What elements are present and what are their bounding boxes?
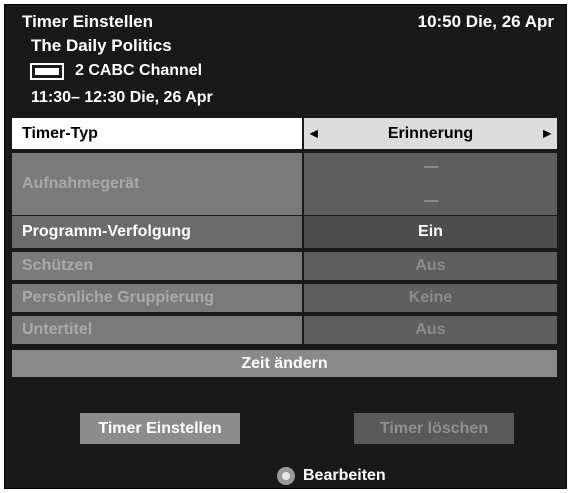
- tracking-value[interactable]: Ein: [304, 216, 557, 248]
- arrow-right-icon[interactable]: ▶: [543, 128, 551, 139]
- row-subtitles: Untertitel Aus: [12, 316, 557, 344]
- protect-value: Aus: [304, 252, 557, 280]
- grouping-value: Keine: [304, 284, 557, 312]
- dash-icon: [423, 166, 438, 168]
- recorder-label: Aufnahmegerät: [12, 153, 302, 215]
- timer-settings-screen: Timer Einstellen 10:50 Die, 26 Apr The D…: [4, 4, 567, 489]
- change-time-button[interactable]: Zeit ändern: [12, 350, 557, 377]
- programme-title: The Daily Politics: [31, 36, 172, 55]
- row-recorder: Aufnahmegerät: [12, 153, 557, 215]
- row-personal-grouping: Persönliche Gruppierung Keine: [12, 284, 557, 312]
- arrow-left-icon[interactable]: ◀: [310, 128, 318, 139]
- timer-type-value: Erinnerung: [387, 124, 474, 142]
- channel-name: 2 CABC Channel: [75, 62, 203, 79]
- set-timer-button[interactable]: Timer Einstellen: [80, 413, 240, 444]
- clock: 10:50 Die, 26 Apr: [417, 12, 554, 31]
- row-programme-tracking[interactable]: Programm-Verfolgung Ein: [12, 216, 557, 248]
- screen-title: Timer Einstellen: [22, 12, 154, 31]
- row-timer-type[interactable]: Timer-Typ ◀ Erinnerung ▶: [12, 118, 557, 149]
- footer-hint: Bearbeiten: [277, 467, 386, 485]
- recorder-value: [304, 153, 557, 215]
- tracking-label: Programm-Verfolgung: [12, 216, 302, 248]
- timer-type-selector[interactable]: ◀ Erinnerung ▶: [304, 118, 557, 149]
- programme-time: 11:30– 12:30 Die, 26 Apr: [31, 89, 213, 106]
- empty-value-indicator: [423, 166, 438, 202]
- subtitles-value: Aus: [304, 316, 557, 344]
- delete-timer-button: Timer löschen: [354, 413, 514, 444]
- subtitles-label: Untertitel: [12, 316, 302, 344]
- channel-icon: [30, 63, 64, 80]
- protect-label: Schützen: [12, 252, 302, 280]
- dash-icon: [423, 200, 438, 202]
- row-protect: Schützen Aus: [12, 252, 557, 280]
- timer-type-label: Timer-Typ: [12, 118, 302, 149]
- grouping-label: Persönliche Gruppierung: [12, 284, 302, 312]
- navigation-pad-icon: [277, 467, 295, 485]
- edit-hint-label: Bearbeiten: [303, 467, 386, 484]
